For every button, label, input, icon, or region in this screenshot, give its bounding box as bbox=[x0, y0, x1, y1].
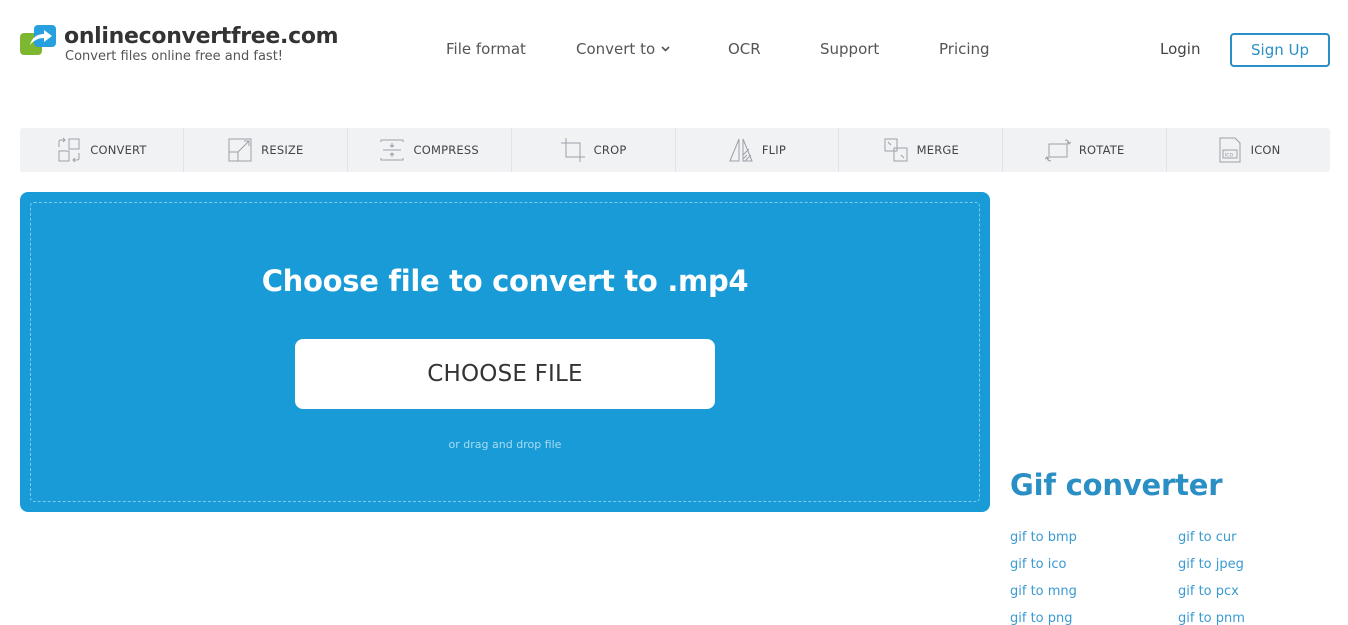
tool-compress-label: COMPRESS bbox=[413, 143, 479, 157]
resize-icon bbox=[227, 137, 253, 163]
chevron-down-icon bbox=[661, 44, 670, 55]
converter-link[interactable]: gif to bmp bbox=[1010, 529, 1178, 546]
tool-icon[interactable]: ico ICON bbox=[1167, 128, 1330, 172]
signup-button[interactable]: Sign Up bbox=[1230, 33, 1330, 67]
tool-convert-label: CONVERT bbox=[90, 143, 147, 157]
tool-merge[interactable]: MERGE bbox=[839, 128, 1004, 172]
drag-drop-hint: or drag and drop file bbox=[448, 438, 562, 451]
choose-file-button[interactable]: CHOOSE FILE bbox=[295, 339, 715, 409]
ico-file-icon: ico bbox=[1217, 137, 1243, 163]
file-drop-zone[interactable]: Choose file to convert to .mp4 CHOOSE FI… bbox=[20, 192, 990, 512]
converter-link[interactable]: gif to pnm bbox=[1178, 610, 1338, 625]
upload-title: Choose file to convert to .mp4 bbox=[261, 264, 749, 298]
tool-rotate-label: ROTATE bbox=[1078, 143, 1125, 157]
flip-icon bbox=[728, 137, 754, 163]
tool-rotate[interactable]: ROTATE bbox=[1003, 128, 1168, 172]
tool-compress[interactable]: COMPRESS bbox=[348, 128, 512, 172]
tool-convert[interactable]: CONVERT bbox=[20, 128, 184, 172]
site-logo[interactable]: onlineconvertfree.com Convert files onli… bbox=[20, 24, 339, 64]
tool-resize-label: RESIZE bbox=[261, 143, 304, 157]
converter-links: gif to bmp gif to cur gif to ico gif to … bbox=[1010, 529, 1340, 625]
logo-icon bbox=[20, 25, 58, 55]
rotate-icon bbox=[1044, 137, 1071, 163]
convert-icon bbox=[56, 137, 82, 163]
nav-convert-to-label: Convert to bbox=[576, 40, 656, 58]
tools-bar: CONVERT RESIZE COMPRESS CROP FLIP MERGE … bbox=[20, 128, 1330, 172]
nav-support[interactable]: Support bbox=[820, 40, 879, 58]
login-link[interactable]: Login bbox=[1160, 40, 1200, 58]
converter-link[interactable]: gif to jpeg bbox=[1178, 556, 1338, 573]
svg-text:ico: ico bbox=[1224, 152, 1233, 159]
converter-link[interactable]: gif to pcx bbox=[1178, 583, 1338, 600]
converter-heading: Gif converter bbox=[1010, 468, 1223, 502]
nav-file-format[interactable]: File format bbox=[446, 40, 526, 58]
nav-convert-to[interactable]: Convert to bbox=[576, 40, 670, 58]
tool-resize[interactable]: RESIZE bbox=[184, 128, 348, 172]
crop-icon bbox=[560, 137, 586, 163]
tool-merge-label: MERGE bbox=[916, 143, 959, 157]
merge-icon bbox=[883, 137, 909, 163]
brand-name: onlineconvertfree.com bbox=[64, 24, 339, 49]
tool-flip-label: FLIP bbox=[761, 143, 787, 157]
converter-link[interactable]: gif to ico bbox=[1010, 556, 1178, 573]
brand-tagline: Convert files online free and fast! bbox=[65, 49, 284, 64]
tool-flip[interactable]: FLIP bbox=[676, 128, 840, 172]
tool-crop[interactable]: CROP bbox=[512, 128, 676, 172]
converter-link[interactable]: gif to png bbox=[1010, 610, 1178, 625]
nav-ocr[interactable]: OCR bbox=[728, 40, 761, 58]
tool-crop-label: CROP bbox=[593, 143, 627, 157]
nav-pricing[interactable]: Pricing bbox=[939, 40, 990, 58]
tool-icon-label: ICON bbox=[1250, 143, 1281, 157]
converter-link[interactable]: gif to cur bbox=[1178, 529, 1338, 546]
compress-icon bbox=[379, 137, 405, 163]
converter-link[interactable]: gif to mng bbox=[1010, 583, 1178, 600]
